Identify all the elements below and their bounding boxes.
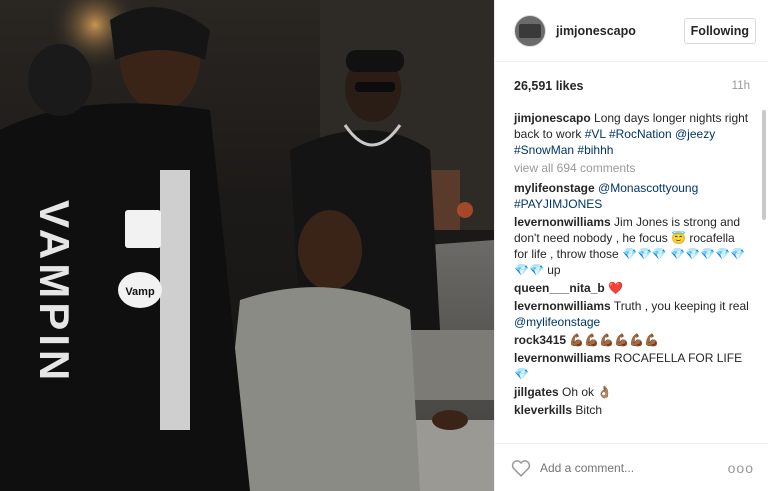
jacket-text: VAMPIN [31,200,78,384]
studio-photo-illustration: Vamp VAMPIN [0,0,494,491]
person-left-undershirt [160,170,190,430]
comment-tag-link[interactable]: @jeezy [675,127,715,141]
comment-item: mylifeonstage @Monascottyoung #PAYJIMJON… [514,180,750,212]
comment-footer: ooo [495,443,768,491]
comment-username[interactable]: jillgates [514,385,559,399]
comment-text: Oh ok 👌🏽 [562,385,613,399]
comment-username[interactable]: queen___nita_b [514,281,605,295]
comment-tag-link[interactable]: @Monascottyoung [598,181,698,195]
comment-item: jillgates Oh ok 👌🏽 [514,384,750,400]
comment-item: kleverkills Bitch [514,402,750,418]
comment-text: 💪🏾💪🏾💪🏾💪🏾💪🏾💪🏾 [569,333,660,347]
comment-item: levernonwilliams Jim Jones is strong and… [514,214,750,278]
jacket-patch-square [125,210,161,248]
post-meta: 26,591 likes 11h [495,62,768,110]
following-button[interactable]: Following [683,17,756,44]
comment-tag-link[interactable]: #RocNation [609,127,672,141]
comment-username[interactable]: levernonwilliams [514,351,611,365]
comment-tag-link[interactable]: #PAYJIMJONES [514,197,602,211]
person-seated-hand [432,410,468,430]
comment-username[interactable]: mylifeonstage [514,181,595,195]
comment-tag-link[interactable]: #SnowMan [514,143,574,157]
console-faders [410,420,494,491]
comment-text: Truth , you keeping it real [613,299,749,313]
comment-text: ❤️ [608,281,623,295]
comment-username[interactable]: jimjonescapo [514,111,591,125]
shelf-bottle [430,170,460,230]
view-all-comments-link[interactable]: view all 694 comments [514,160,750,176]
candle-light [457,202,473,218]
comment-tag-link[interactable]: #bihhh [577,143,613,157]
likes-count[interactable]: 26,591 likes [514,79,584,93]
post-username[interactable]: jimjonescapo [556,24,684,38]
heart-icon[interactable] [510,457,532,479]
comment-item: levernonwilliams Truth , you keeping it … [514,298,750,330]
comment-item: jimjonescapo Long days longer nights rig… [514,110,750,158]
person-far-left [28,44,92,116]
instagram-post: Vamp VAMPIN jimjonescapo Following 26,59… [0,0,768,491]
post-side-panel: jimjonescapo Following 26,591 likes 11h … [494,0,768,491]
comment-username[interactable]: rock3415 [514,333,566,347]
comments-scrollbar[interactable] [762,110,766,220]
add-comment-input[interactable] [540,460,728,475]
post-header: jimjonescapo Following [495,0,768,62]
sunglasses [355,82,395,92]
post-time[interactable]: 11h [732,80,750,92]
comment-item: queen___nita_b ❤️ [514,280,750,296]
comment-item: rock3415 💪🏾💪🏾💪🏾💪🏾💪🏾💪🏾 [514,332,750,348]
more-options-icon[interactable]: ooo [728,460,754,476]
comments-list: jimjonescapo Long days longer nights rig… [495,110,768,443]
comment-username[interactable]: levernonwilliams [514,215,611,229]
comment-tag-link[interactable]: @mylifeonstage [514,315,600,329]
person-seated-head [298,210,362,290]
comment-username[interactable]: levernonwilliams [514,299,611,313]
comment-item: levernonwilliams ROCAFELLA FOR LIFE 💎 [514,350,750,382]
post-photo[interactable]: Vamp VAMPIN [0,0,494,491]
jacket-patch-text: Vamp [125,286,155,298]
person-center-cap [346,50,404,72]
comment-text: Bitch [575,403,603,417]
comment-username[interactable]: kleverkills [514,403,572,417]
person-seated-sweater [220,287,420,491]
avatar[interactable] [514,14,546,47]
comment-tag-link[interactable]: #VL [585,127,606,141]
